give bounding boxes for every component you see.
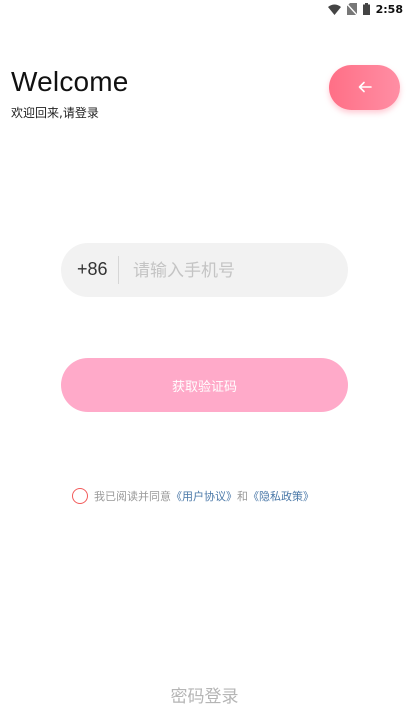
page-title: Welcome	[11, 66, 129, 97]
agreement-prefix: 我已阅读并同意	[94, 490, 171, 503]
divider	[118, 256, 119, 284]
phone-field: +86	[61, 243, 348, 297]
privacy-policy-link[interactable]: 《隐私政策》	[248, 488, 314, 504]
get-code-button[interactable]: 获取验证码	[61, 358, 348, 412]
battery-icon	[362, 0, 370, 19]
status-icons: 2:58	[327, 0, 403, 19]
arrow-left-icon	[358, 78, 372, 97]
wifi-icon	[327, 0, 341, 19]
phone-input[interactable]	[131, 253, 335, 289]
password-login-link[interactable]: 密码登录	[0, 682, 409, 707]
status-time: 2:58	[375, 2, 403, 16]
no-sim-icon	[346, 0, 358, 19]
back-button[interactable]	[329, 65, 400, 110]
status-bar: 2:58	[0, 0, 409, 18]
page-subtitle: 欢迎回来,请登录	[11, 106, 99, 120]
get-code-label: 获取验证码	[171, 379, 237, 395]
user-agreement-link[interactable]: 《用户协议》	[171, 488, 237, 504]
country-code-selector[interactable]: +86	[77, 259, 108, 280]
agree-checkbox[interactable]	[72, 488, 88, 504]
agreement-conjunction: 和	[237, 490, 248, 503]
agreement-row: 我已阅读并同意 《用户协议》 和 《隐私政策》	[72, 486, 314, 506]
